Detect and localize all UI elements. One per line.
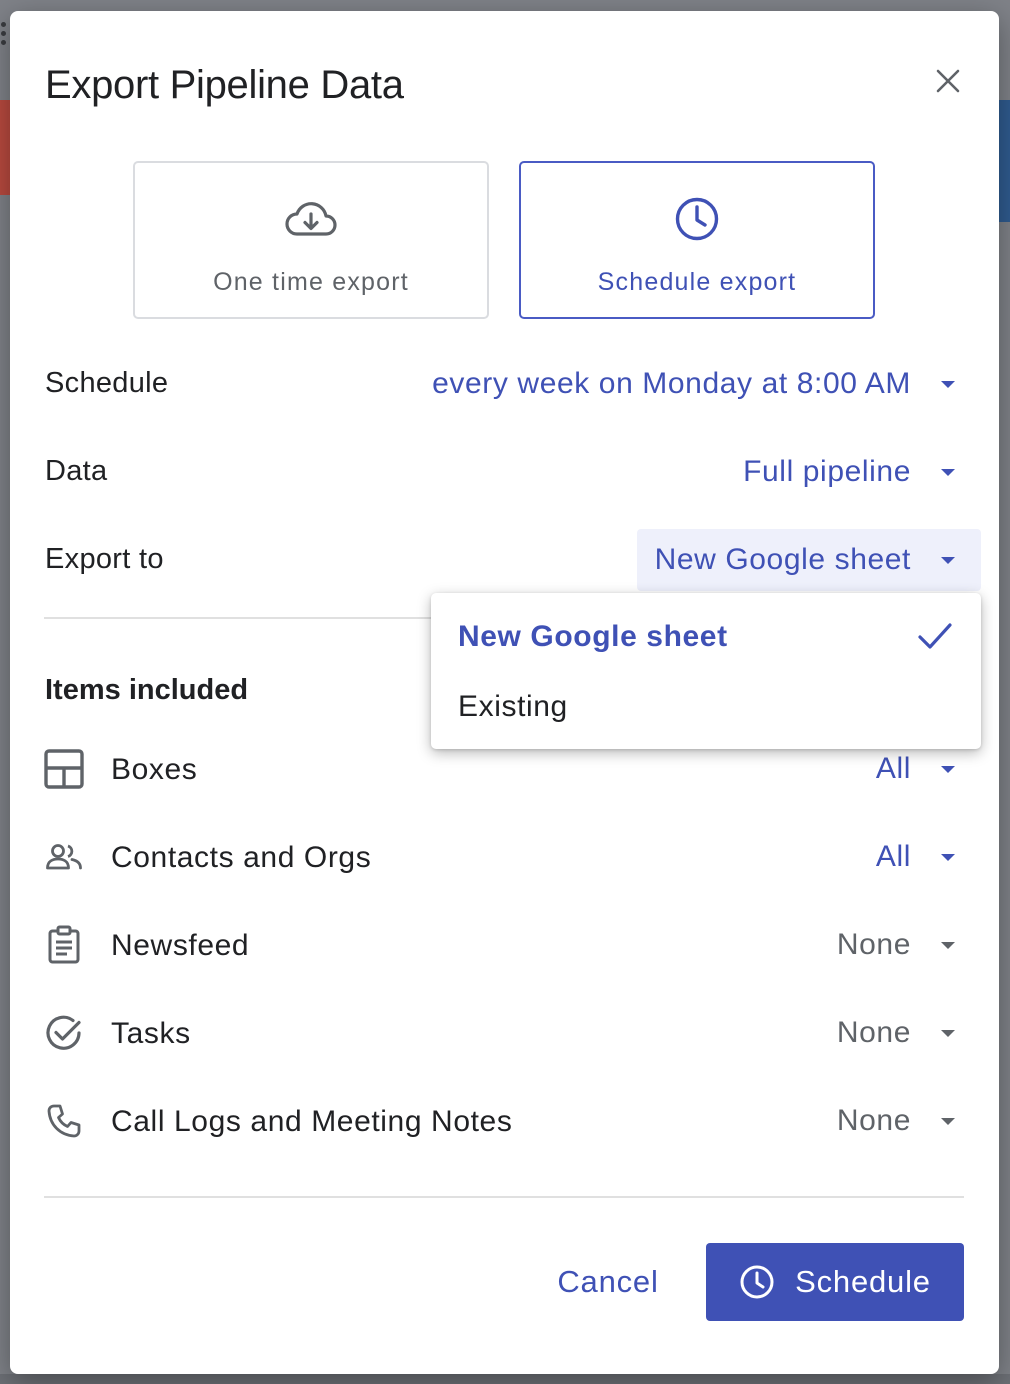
item-label-newsfeed: Newsfeed bbox=[111, 929, 250, 962]
schedule-label: Schedule bbox=[45, 367, 169, 399]
export-to-menu: New Google sheet Existing bbox=[431, 593, 981, 749]
cancel-button[interactable]: Cancel bbox=[538, 1243, 678, 1321]
item-label-boxes: Boxes bbox=[111, 753, 198, 786]
schedule-button[interactable]: Schedule bbox=[706, 1243, 964, 1321]
export-to-label: Export to bbox=[45, 543, 164, 575]
one-time-export-label: One time export bbox=[213, 268, 409, 296]
background-strip bbox=[998, 100, 1010, 222]
call-logs-value: None bbox=[836, 1104, 911, 1137]
schedule-dropdown[interactable]: every week on Monday at 8:00 AM bbox=[432, 353, 981, 415]
checkmark-icon bbox=[918, 623, 952, 649]
more-dots-icon bbox=[0, 18, 8, 58]
menu-option-label: New Google sheet bbox=[458, 620, 728, 653]
schedule-export-option[interactable]: Schedule export bbox=[519, 161, 875, 319]
boxes-layout-icon bbox=[42, 747, 86, 791]
schedule-export-label: Schedule export bbox=[597, 268, 797, 296]
background-footer bbox=[0, 1374, 1010, 1384]
contacts-dropdown[interactable]: All bbox=[876, 826, 981, 888]
export-to-value: New Google sheet bbox=[654, 543, 911, 576]
newsfeed-dropdown[interactable]: None bbox=[837, 914, 981, 976]
menu-option-label: Existing bbox=[458, 690, 568, 723]
dialog-title: Export Pipeline Data bbox=[45, 63, 404, 107]
caret-down-icon bbox=[941, 765, 955, 773]
caret-down-icon bbox=[941, 380, 955, 388]
newsfeed-value: None bbox=[836, 928, 911, 961]
caret-down-icon bbox=[941, 1117, 955, 1125]
close-button[interactable] bbox=[928, 61, 968, 101]
data-dropdown[interactable]: Full pipeline bbox=[743, 441, 981, 503]
item-label-tasks: Tasks bbox=[111, 1017, 191, 1050]
one-time-export-option[interactable]: One time export bbox=[133, 161, 489, 319]
caret-down-icon bbox=[941, 941, 955, 949]
caret-down-icon bbox=[941, 853, 955, 861]
data-value: Full pipeline bbox=[743, 455, 911, 488]
data-label: Data bbox=[45, 455, 108, 487]
clock-icon bbox=[740, 1265, 774, 1299]
boxes-value: All bbox=[875, 752, 911, 785]
export-to-dropdown[interactable]: New Google sheet bbox=[636, 529, 981, 591]
item-label-call-logs: Call Logs and Meeting Notes bbox=[111, 1105, 513, 1138]
people-icon bbox=[42, 835, 86, 879]
schedule-value: every week on Monday at 8:00 AM bbox=[432, 367, 911, 400]
check-circle-icon bbox=[42, 1011, 86, 1055]
menu-option-new-google-sheet[interactable]: New Google sheet bbox=[431, 603, 981, 671]
item-label-contacts: Contacts and Orgs bbox=[111, 841, 372, 874]
schedule-button-label: Schedule bbox=[795, 1264, 931, 1299]
close-icon bbox=[936, 69, 960, 93]
phone-icon bbox=[42, 1099, 86, 1143]
caret-down-icon bbox=[941, 1029, 955, 1037]
clipboard-icon bbox=[42, 923, 86, 967]
contacts-value: All bbox=[875, 840, 911, 873]
cloud-download-icon bbox=[285, 202, 337, 236]
items-included-heading: Items included bbox=[45, 674, 249, 706]
export-dialog: Export Pipeline Data One time export Sch… bbox=[10, 11, 999, 1374]
menu-option-existing[interactable]: Existing bbox=[431, 673, 981, 741]
background-strip bbox=[0, 100, 10, 195]
call-logs-dropdown[interactable]: None bbox=[837, 1090, 981, 1152]
caret-down-icon bbox=[941, 468, 955, 476]
caret-down-icon bbox=[941, 556, 955, 564]
tasks-dropdown[interactable]: None bbox=[837, 1002, 981, 1064]
footer-divider bbox=[44, 1196, 964, 1198]
tasks-value: None bbox=[836, 1016, 911, 1049]
clock-icon bbox=[675, 197, 719, 241]
